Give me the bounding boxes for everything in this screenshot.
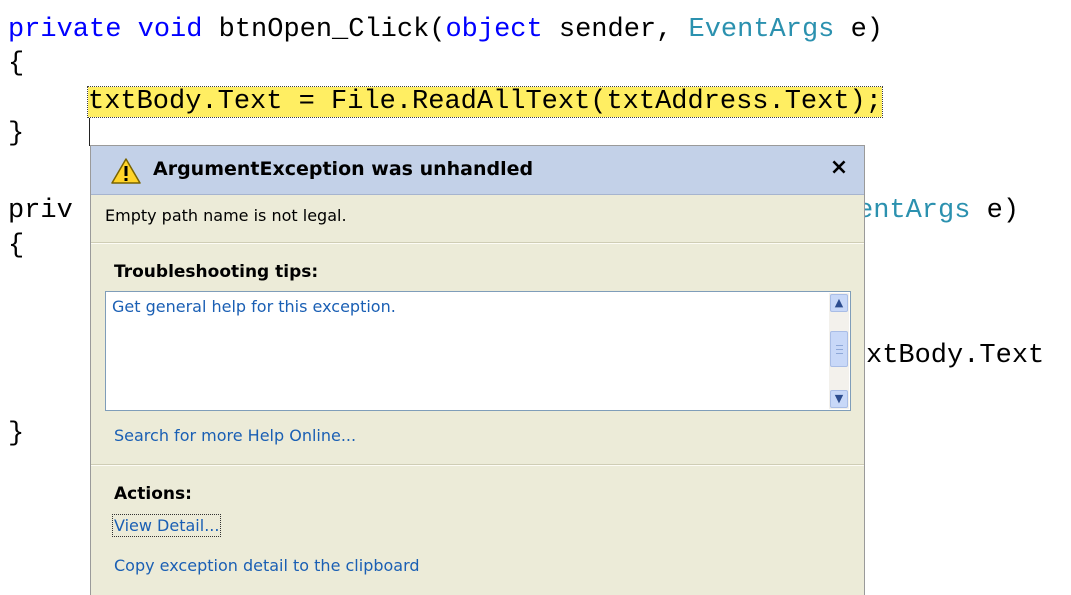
code-line-open-brace: { bbox=[8, 49, 25, 79]
warning-icon bbox=[111, 158, 141, 184]
keyword-object: object bbox=[445, 15, 543, 45]
exception-message: Empty path name is not legal. bbox=[105, 206, 347, 225]
close-icon[interactable]: × bbox=[826, 155, 852, 181]
tip-link-general-help[interactable]: Get general help for this exception. bbox=[112, 297, 396, 316]
divider bbox=[91, 242, 864, 244]
troubleshooting-heading: Troubleshooting tips: bbox=[114, 262, 319, 282]
exception-assistant: ArgumentException was unhandled × Empty … bbox=[90, 145, 865, 595]
param-e: e) bbox=[850, 15, 883, 45]
scrollbar-thumb[interactable] bbox=[830, 331, 848, 367]
exception-title: ArgumentException was unhandled bbox=[153, 158, 534, 180]
type-eventargs-partial: entArgs bbox=[857, 196, 971, 226]
type-eventargs: EventArgs bbox=[688, 15, 835, 45]
view-detail-link[interactable]: View Detail... bbox=[111, 514, 222, 537]
code-line-close-brace: } bbox=[8, 119, 25, 149]
code-line-highlighted-statement: txtBody.Text = File.ReadAllText(txtAddre… bbox=[87, 86, 883, 118]
troubleshooting-tips-list[interactable]: Get general help for this exception. ▲ ▼ bbox=[105, 291, 851, 411]
exception-header: ArgumentException was unhandled × bbox=[91, 146, 864, 195]
scroll-down-icon[interactable]: ▼ bbox=[830, 390, 848, 408]
code-line-second-method-left: priv bbox=[8, 196, 73, 226]
code-line-open-brace-2: { bbox=[8, 231, 25, 261]
code-line-method-signature: private void btnOpen_Click(object sender… bbox=[8, 14, 883, 46]
keyword-void: void bbox=[137, 15, 203, 45]
code-line-second-method-right: entArgs e) bbox=[857, 195, 1019, 227]
method-name: btnOpen_Click( bbox=[218, 15, 446, 45]
scroll-up-icon[interactable]: ▲ bbox=[830, 294, 848, 312]
keyword-private: private bbox=[8, 15, 122, 45]
param-sender: sender, bbox=[558, 15, 673, 45]
tips-scrollbar[interactable]: ▲ ▼ bbox=[829, 293, 849, 409]
param-e-2: e) bbox=[986, 196, 1020, 226]
copy-exception-detail-link[interactable]: Copy exception detail to the clipboard bbox=[114, 556, 420, 575]
current-statement-highlight: txtBody.Text = File.ReadAllText(txtAddre… bbox=[87, 86, 883, 118]
actions-heading: Actions: bbox=[114, 484, 192, 504]
code-line-partial-right: xtBody.Text bbox=[866, 341, 1045, 371]
search-help-online-link[interactable]: Search for more Help Online... bbox=[114, 426, 356, 445]
callout-connector bbox=[89, 118, 90, 146]
divider bbox=[91, 464, 864, 466]
code-line-close-brace-2: } bbox=[8, 419, 25, 449]
